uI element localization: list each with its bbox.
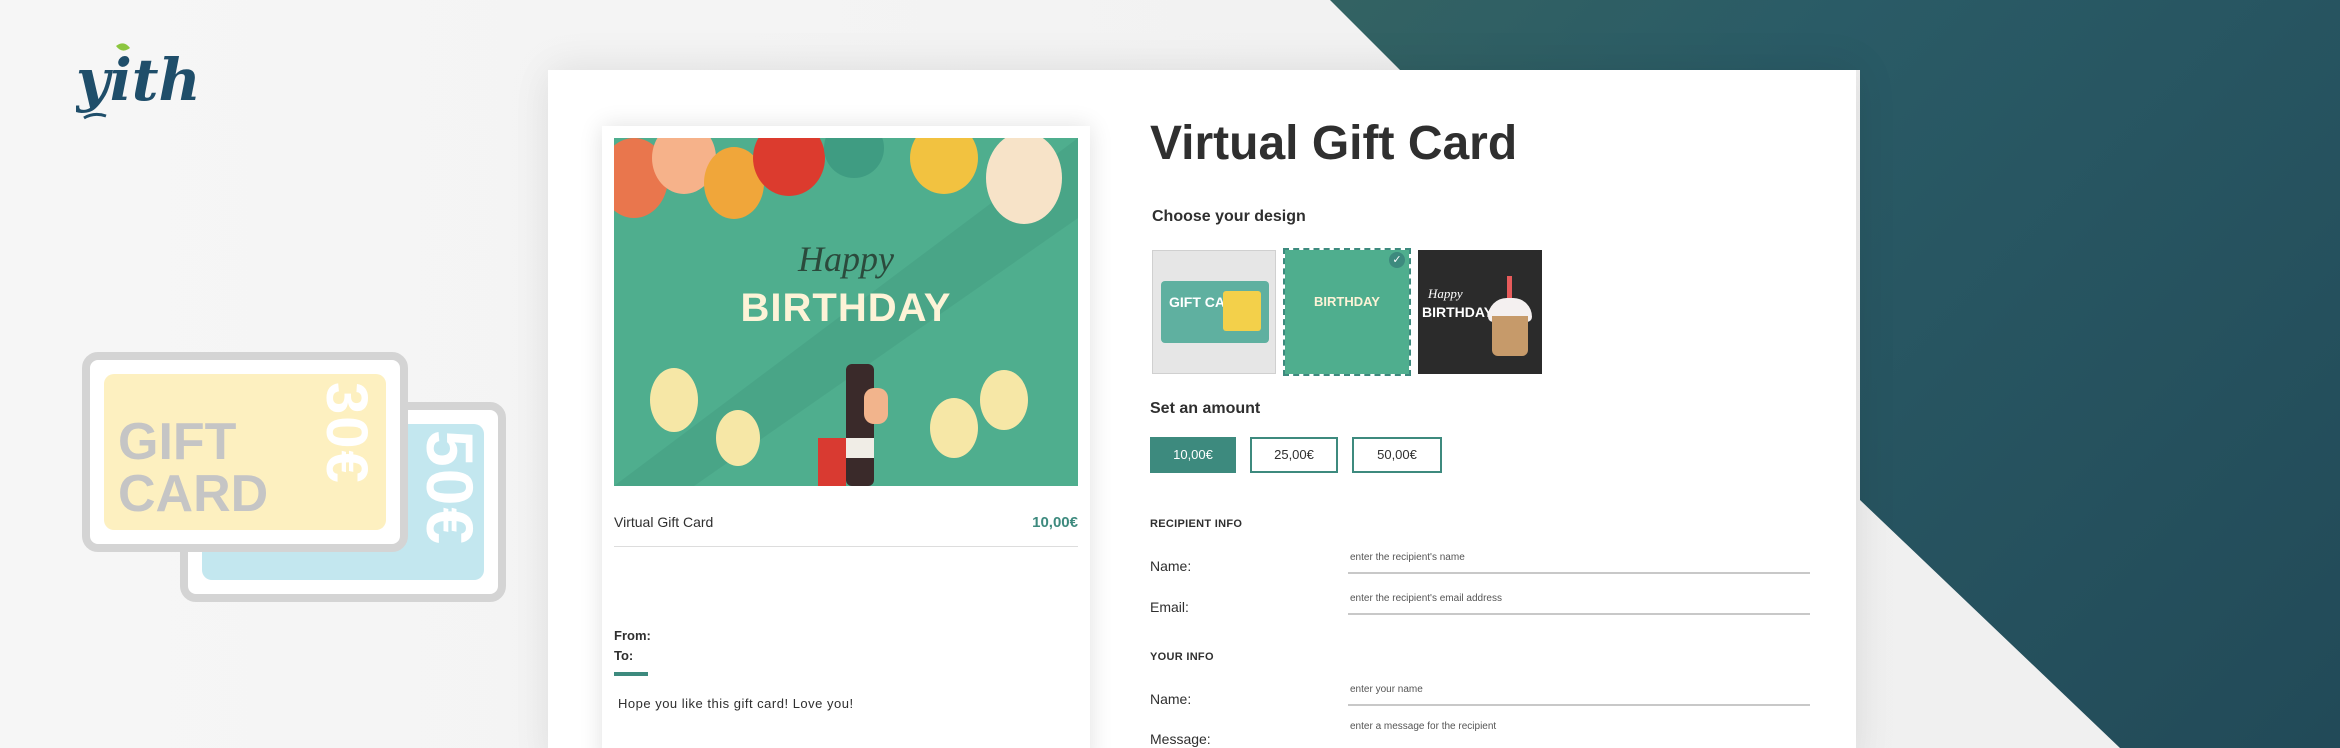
design-option-birthday[interactable]: BIRTHDAY ✓	[1283, 248, 1411, 376]
choose-design-label: Choose your design	[1152, 208, 1306, 225]
amount-option-50[interactable]: 50,00€	[1352, 437, 1442, 473]
set-amount-label: Set an amount	[1150, 400, 1261, 417]
your-name-input[interactable]: enter your name	[1348, 684, 1810, 706]
selected-check-icon: ✓	[1389, 252, 1405, 268]
your-info-heading: YOUR INFO	[1150, 651, 1214, 663]
preview-product-title: Virtual Gift Card	[614, 514, 714, 530]
design-option-chalkboard-birthday[interactable]: Happy BIRTHDAY	[1418, 250, 1542, 374]
gift-card-front-value: 30€	[314, 382, 379, 485]
preview-birthday-image: Happy BIRTHDAY	[614, 138, 1078, 486]
page-title: Virtual Gift Card	[1150, 117, 1518, 170]
product-card: Happy BIRTHDAY Virtual Gift Card 10,00€ …	[548, 70, 1856, 748]
your-name-label: Name:	[1150, 691, 1192, 707]
design-thumbnail-gift-card: GIFT CARD	[1161, 281, 1269, 343]
design-chalk-birthday-text: BIRTHDAY	[1422, 304, 1494, 320]
preview-message: Hope you like this gift card! Love you!	[618, 696, 854, 711]
preview-price: 10,00€	[1032, 514, 1078, 531]
yith-logo: yith	[76, 43, 201, 120]
design-birthday-text: BIRTHDAY	[1314, 294, 1380, 309]
recipient-info-heading: RECIPIENT INFO	[1150, 518, 1243, 530]
recipient-name-label: Name:	[1150, 558, 1192, 574]
preview-to-label: To:	[614, 648, 634, 663]
gift-card-preview: Happy BIRTHDAY Virtual Gift Card 10,00€ …	[602, 126, 1090, 748]
message-label: Message:	[1150, 731, 1211, 747]
candle-icon	[1507, 276, 1512, 298]
recipient-email-input[interactable]: enter the recipient's email address	[1348, 593, 1810, 615]
preview-happy-text: Happy	[798, 239, 894, 279]
recipient-name-input[interactable]: enter the recipient's name	[1348, 552, 1810, 574]
message-input[interactable]: enter a message for the recipient	[1348, 721, 1810, 743]
design-chalk-happy-text: Happy	[1428, 286, 1463, 301]
gift-card-back-value: 50€	[413, 430, 487, 547]
preview-accent-bar	[614, 672, 648, 676]
svg-text:yith: yith	[76, 46, 201, 114]
preview-birthday-text: BIRTHDAY	[740, 286, 952, 330]
design-option-gift-card[interactable]: GIFT CARD	[1152, 250, 1276, 374]
gift-card-front-icon: GIFT CARD 30€	[82, 352, 408, 552]
recipient-email-label: Email:	[1150, 599, 1189, 615]
cupcake-icon	[1492, 316, 1528, 356]
gift-card-word: GIFT CARD	[118, 413, 269, 523]
preview-divider	[614, 546, 1078, 547]
preview-from-label: From:	[614, 628, 651, 643]
amount-option-25[interactable]: 25,00€	[1250, 437, 1338, 473]
amount-option-10[interactable]: 10,00€	[1150, 437, 1236, 473]
